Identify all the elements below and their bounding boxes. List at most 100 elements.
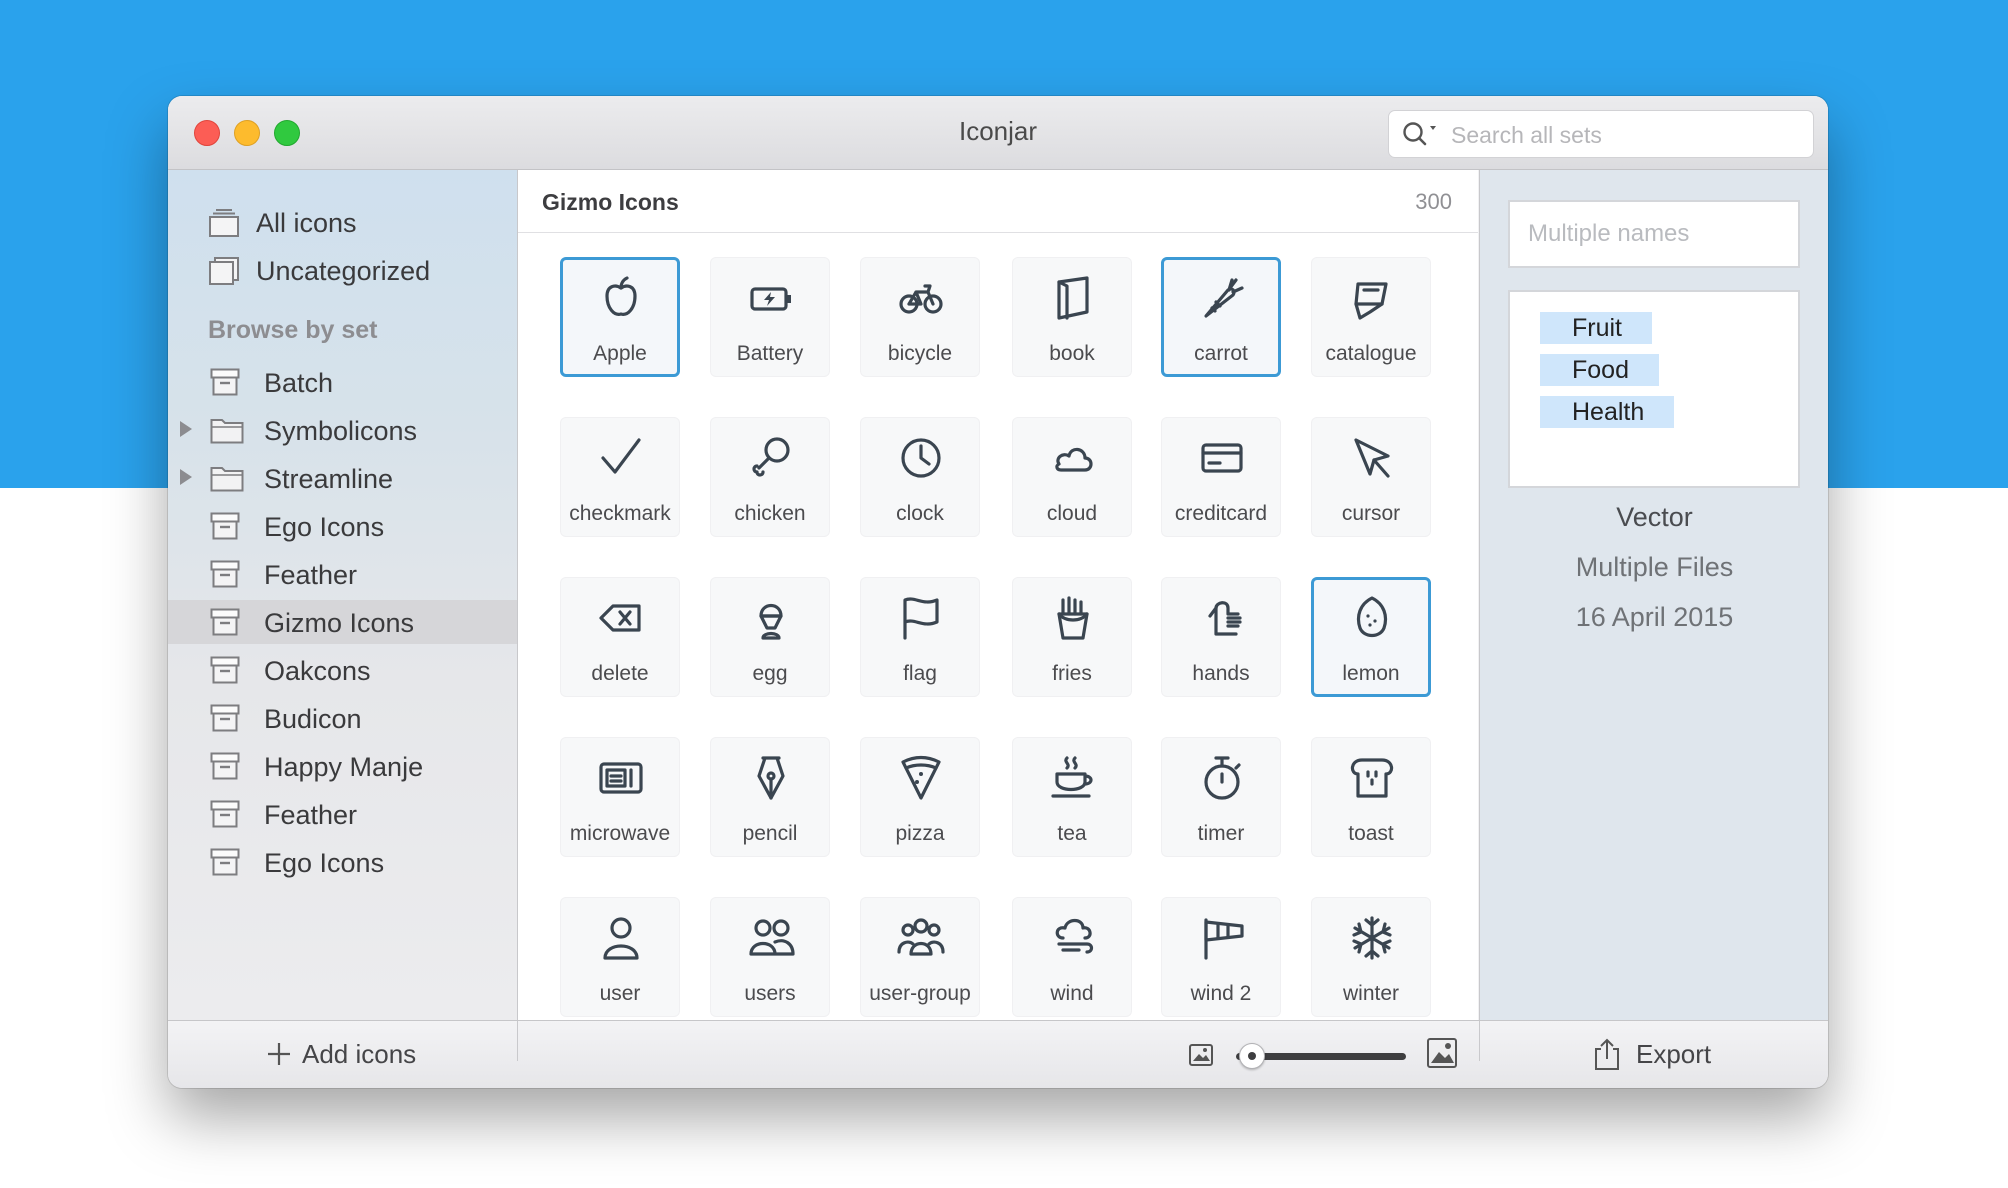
tag-chip[interactable]: Health (1540, 396, 1675, 428)
icon-tile[interactable]: book (1012, 257, 1132, 377)
icon-tile[interactable]: bicycle (860, 257, 980, 377)
archive-box-icon (210, 512, 240, 540)
icon-tile[interactable]: microwave (560, 737, 680, 857)
icon-tile[interactable]: timer (1161, 737, 1281, 857)
icon-tile[interactable]: tea (1012, 737, 1132, 857)
icon-tile-label: book (1049, 342, 1095, 365)
sidebar-item-ego-icons[interactable]: Ego Icons (168, 840, 517, 884)
sidebar-item-batch[interactable]: Batch (168, 360, 517, 404)
icon-tile[interactable]: wind 2 (1161, 897, 1281, 1017)
battery-icon (750, 287, 791, 311)
sidebar-item-ego-icons[interactable]: Ego Icons (168, 504, 517, 548)
icon-browser: Gizmo Icons 300 Apple Battery bicycle book c… (518, 170, 1478, 1020)
icon-tile-label: creditcard (1174, 502, 1268, 525)
icon-tile[interactable]: cursor (1311, 417, 1431, 537)
archive-box-icon (210, 560, 240, 588)
sidebar-item-label: Happy Manje (264, 752, 424, 782)
users-icon (749, 919, 795, 956)
icon-tile-label: user-group (869, 982, 971, 1005)
icon-tile[interactable]: hands (1161, 577, 1281, 697)
icon-grid: Apple Battery bicycle book carrot catalogue ch… (518, 233, 1478, 1020)
icon-tile[interactable]: winter (1311, 897, 1431, 1017)
icon-tile-label: carrot (1194, 342, 1248, 365)
hands-icon (1208, 601, 1242, 636)
icon-tile[interactable]: users (710, 897, 830, 1017)
icon-tile[interactable]: user (560, 897, 680, 1017)
set-header: Gizmo Icons 300 (518, 170, 1478, 233)
fries-icon (1057, 596, 1089, 640)
sidebar-item-label: Gizmo Icons (264, 608, 415, 638)
icon-tile-label: users (744, 982, 796, 1005)
icon-count: 300 (1415, 189, 1452, 214)
sidebar-item-label: Budicon (264, 704, 362, 734)
tag-chip[interactable]: Food (1540, 354, 1659, 386)
icon-tile[interactable]: flag (860, 577, 980, 697)
catalogue-icon (1354, 282, 1388, 320)
icon-tile[interactable]: carrot (1161, 257, 1281, 377)
sidebar-item-streamline[interactable]: Streamline (168, 456, 517, 500)
icon-tile[interactable]: Battery (710, 257, 830, 377)
disclosure-triangle-icon[interactable] (180, 469, 192, 485)
icon-tile[interactable]: pizza (860, 737, 980, 857)
user-group-icon (897, 918, 945, 956)
sidebar: Browse by set All icons Uncategorized Batc… (168, 170, 518, 1020)
sidebar-item-gizmo-icons[interactable]: Gizmo Icons (168, 600, 517, 644)
files-label: Multiple Files (1575, 552, 1734, 582)
wind-icon (1055, 918, 1094, 954)
icon-tile-label: cloud (1046, 502, 1098, 525)
winter-icon (1352, 916, 1392, 960)
disclosure-triangle-icon[interactable] (180, 421, 192, 437)
icon-tile[interactable]: creditcard (1161, 417, 1281, 537)
sidebar-item-feather[interactable]: Feather (168, 792, 517, 836)
icon-tile[interactable]: fries (1012, 577, 1132, 697)
icon-tile[interactable]: user-group (860, 897, 980, 1017)
icon-tile[interactable]: cloud (1012, 417, 1132, 537)
sidebar-item-uncategorized[interactable]: Uncategorized (168, 248, 517, 292)
tag-chip[interactable]: Fruit (1540, 312, 1652, 344)
icon-tile[interactable]: pencil (710, 737, 830, 857)
set-title: Gizmo Icons (542, 189, 679, 215)
icon-tile[interactable]: wind (1012, 897, 1132, 1017)
icon-tile[interactable]: toast (1311, 737, 1431, 857)
names-field[interactable] (1508, 200, 1800, 268)
sidebar-item-feather[interactable]: Feather (168, 552, 517, 596)
sidebar-item-label: Feather (264, 800, 358, 830)
icon-tile[interactable]: catalogue (1311, 257, 1431, 377)
small-image-icon[interactable] (1188, 1043, 1214, 1072)
icon-tile[interactable]: clock (860, 417, 980, 537)
archive-box-icon (210, 704, 240, 732)
sidebar-item-happy-manje[interactable]: Happy Manje (168, 744, 517, 788)
creditcard-icon (1201, 443, 1243, 473)
icon-size-slider-knob[interactable] (1239, 1043, 1266, 1069)
tags-box[interactable]: Fruit Food Health (1508, 290, 1800, 488)
icon-tile[interactable]: Apple (560, 257, 680, 377)
lemon-icon (1356, 596, 1388, 638)
sidebar-item-symbolicons[interactable]: Symbolicons (168, 408, 517, 452)
large-image-icon[interactable] (1426, 1037, 1458, 1074)
icon-tile[interactable]: chicken (710, 417, 830, 537)
icon-tile-label: microwave (569, 822, 671, 845)
sidebar-item-oakcons[interactable]: Oakcons (168, 648, 517, 692)
icon-tile[interactable]: lemon (1311, 577, 1431, 697)
search-field[interactable] (1388, 110, 1814, 158)
sidebar-item-budicon[interactable]: Budicon (168, 696, 517, 740)
icon-tile-label: toast (1348, 822, 1394, 845)
share-icon (1592, 1037, 1622, 1076)
sidebar-item-label: Ego Icons (264, 512, 385, 542)
clock-icon (901, 438, 941, 478)
folder-icon (210, 416, 244, 444)
icon-tile-label: fries (1052, 662, 1092, 685)
user-icon (603, 917, 639, 960)
icon-tile-label: egg (752, 662, 788, 685)
sidebar-item-all-icons[interactable]: All icons (168, 200, 517, 244)
search-input[interactable] (1449, 116, 1803, 154)
icon-tile[interactable]: egg (710, 577, 830, 697)
sidebar-item-label: Uncategorized (256, 256, 431, 286)
icon-tile-label: wind 2 (1190, 982, 1252, 1005)
icon-tile-label: bicycle (887, 342, 953, 365)
search-icon[interactable] (1401, 120, 1441, 153)
icon-tile[interactable]: checkmark (560, 417, 680, 537)
pizza-icon (901, 755, 941, 800)
icon-tile[interactable]: delete (560, 577, 680, 697)
icon-tile-label: flag (903, 662, 937, 685)
